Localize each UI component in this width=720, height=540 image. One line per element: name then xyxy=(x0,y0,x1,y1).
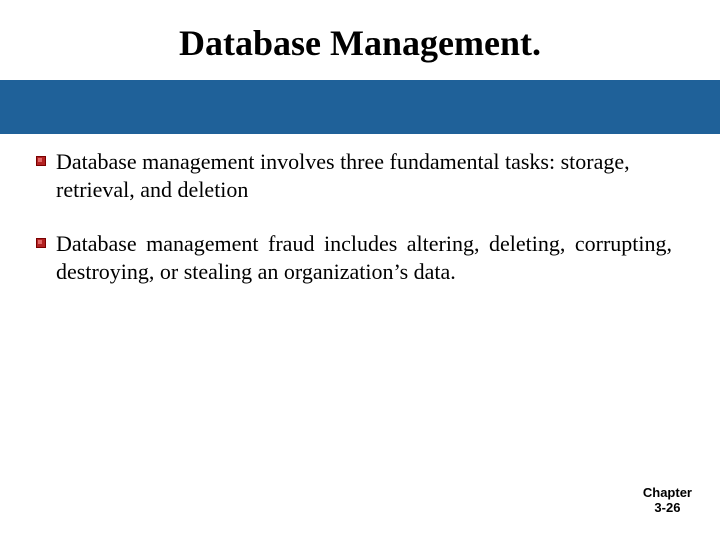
list-item-text: Database management involves three funda… xyxy=(56,148,672,204)
bullet-icon xyxy=(36,156,46,166)
list-item: Database management fraud includes alter… xyxy=(36,230,672,286)
list-item-text: Database management fraud includes alter… xyxy=(56,230,672,286)
page-footer: Chapter 3-26 xyxy=(643,486,692,516)
bullet-icon xyxy=(36,238,46,248)
list-item: Database management involves three funda… xyxy=(36,148,672,204)
accent-bar xyxy=(0,80,720,134)
slide-title: Database Management. xyxy=(0,0,720,74)
bullet-list: Database management involves three funda… xyxy=(0,134,720,287)
footer-chapter-label: Chapter xyxy=(643,486,692,501)
footer-page-number: 3-26 xyxy=(643,501,692,516)
